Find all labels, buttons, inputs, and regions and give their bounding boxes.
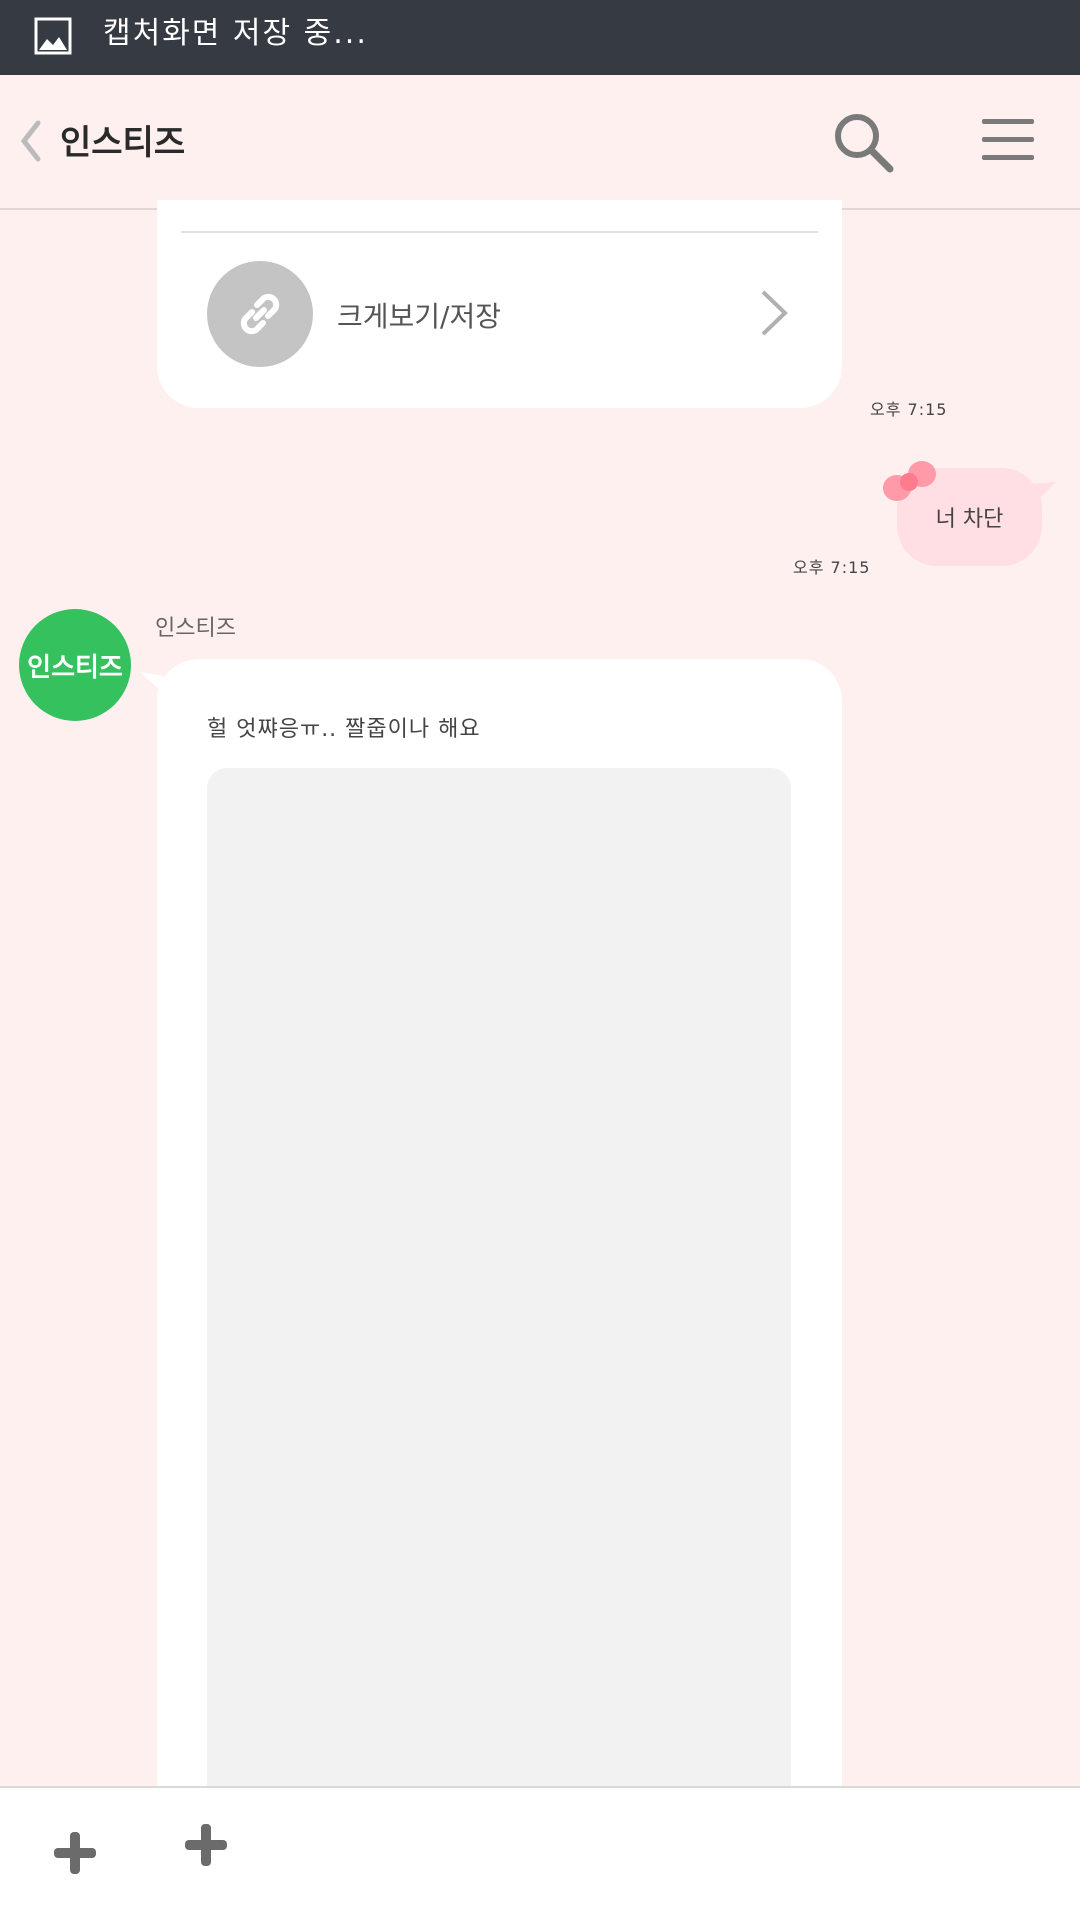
avatar[interactable]: 인스티즈 — [19, 609, 131, 721]
plus-icon[interactable] — [183, 1822, 229, 1868]
plus-icon[interactable] — [52, 1830, 98, 1876]
divider — [181, 231, 818, 233]
message-time: 오후 7:15 — [870, 400, 948, 419]
bubble-tail — [1030, 482, 1056, 502]
my-message-text: 너 차단 — [935, 507, 1004, 532]
incoming-message-card[interactable]: 헐 엇쨔응ㅠ.. 짤줍이나 해요 — [157, 659, 842, 1789]
bow-icon — [883, 461, 936, 501]
link-icon-circle — [207, 261, 313, 367]
link-icon — [240, 293, 280, 335]
chevron-right-icon — [761, 290, 788, 336]
image-placeholder[interactable] — [207, 768, 791, 1789]
status-text: 캡처화면 저장 중... — [103, 16, 368, 51]
incoming-message-text: 헐 엇쨔응ㅠ.. 짤줍이나 해요 — [207, 717, 481, 742]
chat-title: 인스티즈 — [60, 123, 186, 163]
hamburger-menu-icon[interactable] — [982, 117, 1034, 163]
search-icon[interactable] — [832, 111, 894, 173]
input-bar — [0, 1786, 1080, 1922]
link-card[interactable]: 크게보기/저장 — [157, 200, 842, 408]
view-save-label: 크게보기/저장 — [337, 300, 501, 333]
image-icon — [34, 17, 72, 55]
sender-name: 인스티즈 — [155, 616, 236, 641]
chevron-left-icon[interactable] — [18, 119, 44, 163]
message-time: 오후 7:15 — [793, 558, 871, 577]
avatar-text: 인스티즈 — [27, 652, 123, 683]
status-bar: 캡처화면 저장 중... — [0, 0, 1080, 75]
chat-header: 인스티즈 — [0, 75, 1080, 210]
